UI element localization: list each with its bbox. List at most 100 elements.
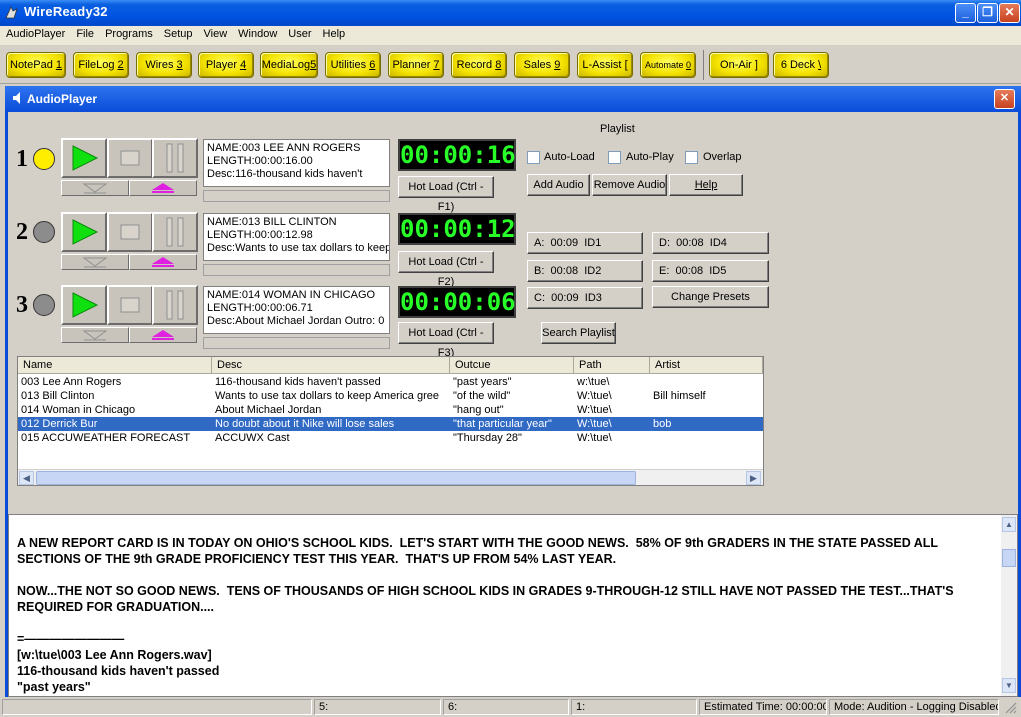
deck-1-hotload-button[interactable]: Hot Load (Ctrl - F1)	[398, 176, 494, 213]
scrollbar-thumb[interactable]	[1002, 549, 1016, 567]
change-presets-button[interactable]: Change Presets	[652, 286, 769, 308]
stop-icon	[120, 297, 140, 313]
deck-2-lamp	[33, 221, 55, 243]
menu-programs[interactable]: Programs	[99, 26, 158, 40]
close-icon: ✕	[1004, 5, 1015, 19]
notepad-button[interactable]: NotePad 1	[6, 52, 66, 78]
audioplayer-close-button[interactable]: ✕	[994, 89, 1015, 109]
playlist-label: Playlist	[600, 123, 635, 135]
deck-1-stop-button[interactable]	[107, 138, 153, 178]
deck-3-stop-button[interactable]	[107, 285, 153, 325]
horizontal-scrollbar[interactable]: ◀ ▶	[18, 469, 763, 485]
close-button[interactable]: ✕	[999, 3, 1020, 23]
6-deck-button[interactable]: 6 Deck \	[773, 52, 829, 78]
deck-2-play-button[interactable]	[61, 212, 107, 252]
scroll-left-icon[interactable]: ◀	[19, 471, 34, 485]
column-header-desc[interactable]: Desc	[212, 357, 450, 374]
window-title: WireReady32	[24, 4, 108, 19]
script-text-area[interactable]: A NEW REPORT CARD IS IN TODAY ON OHIO'S …	[8, 514, 1018, 697]
wires-button[interactable]: Wires 3	[136, 52, 192, 78]
deck-2-info: NAME:013 BILL CLINTON LENGTH:00:00:12.98…	[203, 213, 390, 261]
deck-3-play-button[interactable]	[61, 285, 107, 325]
table-row[interactable]: 003 Lee Ann Rogers 116-thousand kids hav…	[18, 375, 763, 389]
preset-c-button[interactable]: C: 00:09 ID3	[527, 287, 643, 309]
scroll-up-icon[interactable]: ▲	[1002, 517, 1016, 532]
menu-window[interactable]: Window	[232, 26, 282, 40]
remove-audio-button[interactable]: Remove Audio	[592, 174, 667, 196]
status-bar: 5: 6: 1: Estimated Time: 00:00:00 Mode: …	[0, 697, 1021, 717]
record-button[interactable]: Record 8	[451, 52, 507, 78]
unload-icon	[82, 183, 108, 194]
deck-1-unload-button[interactable]	[61, 180, 129, 196]
status-cell-6: 6:	[443, 699, 569, 715]
planner-button[interactable]: Planner 7	[388, 52, 444, 78]
deck-3-pause-button[interactable]	[152, 285, 198, 325]
utilities-button[interactable]: Utilities 6	[325, 52, 381, 78]
sales-button[interactable]: Sales 9	[514, 52, 570, 78]
search-playlist-button[interactable]: Search Playlist	[541, 322, 616, 344]
auto-play-checkbox[interactable]	[608, 151, 621, 164]
minimize-button[interactable]: _	[955, 3, 976, 23]
column-header-artist[interactable]: Artist	[650, 357, 763, 374]
script-text: A NEW REPORT CARD IS IN TODAY ON OHIO'S …	[17, 536, 954, 694]
menu-user[interactable]: User	[282, 26, 316, 40]
restore-button[interactable]: ❐	[977, 3, 998, 23]
deck-2-clock: 00:00:12	[398, 213, 516, 245]
deck-3-eject-button[interactable]	[129, 327, 197, 343]
preset-a-button[interactable]: A: 00:09 ID1	[527, 232, 643, 254]
deck-3-unload-button[interactable]	[61, 327, 129, 343]
column-header-name[interactable]: Name	[18, 357, 212, 374]
eject-icon	[152, 257, 174, 267]
preset-b-button[interactable]: B: 00:08 ID2	[527, 260, 643, 282]
help-button[interactable]: Help	[669, 174, 743, 196]
deck-1-eject-button[interactable]	[129, 180, 197, 196]
scroll-right-icon[interactable]: ▶	[746, 471, 761, 485]
preset-d-button[interactable]: D: 00:08 ID4	[652, 232, 769, 254]
unload-icon	[82, 257, 108, 268]
table-row[interactable]: 015 ACCUWEATHER FORECAST ACCUWX Cast "Th…	[18, 431, 763, 445]
minimize-icon: _	[962, 5, 969, 19]
resize-grip-icon[interactable]	[1003, 700, 1017, 714]
menu-help[interactable]: Help	[317, 26, 351, 40]
column-header-path[interactable]: Path	[574, 357, 650, 374]
deck-2-eject-button[interactable]	[129, 254, 197, 270]
menu-audioplayer[interactable]: AudioPlayer	[0, 26, 70, 40]
deck-2-stop-button[interactable]	[107, 212, 153, 252]
scroll-down-icon[interactable]: ▼	[1002, 678, 1016, 693]
deck-1-play-button[interactable]	[61, 138, 107, 178]
speaker-icon	[13, 92, 20, 104]
play-icon	[72, 292, 99, 318]
deck-2-unload-button[interactable]	[61, 254, 129, 270]
on-air-button[interactable]: On-Air ]	[709, 52, 769, 78]
filelog-button[interactable]: FileLog 2	[73, 52, 129, 78]
eject-icon	[152, 183, 174, 193]
table-row-selected[interactable]: 012 Derrick Bur No doubt about it Nike w…	[18, 417, 763, 431]
medialog-button[interactable]: MediaLog5	[260, 52, 318, 78]
menu-view[interactable]: View	[198, 26, 233, 40]
player-button[interactable]: Player 4	[198, 52, 254, 78]
deck-2-progress	[203, 264, 390, 276]
pause-icon	[166, 290, 184, 320]
deck-2-pause-button[interactable]	[152, 212, 198, 252]
auto-play-label: Auto-Play	[626, 151, 674, 163]
overlap-checkbox[interactable]	[685, 151, 698, 164]
table-row[interactable]: 013 Bill Clinton Wants to use tax dollar…	[18, 389, 763, 403]
auto-load-checkbox[interactable]	[527, 151, 540, 164]
scrollbar-thumb[interactable]	[36, 471, 636, 485]
stop-icon	[120, 150, 140, 166]
table-row[interactable]: 014 Woman in Chicago About Michael Jorda…	[18, 403, 763, 417]
play-icon	[72, 219, 99, 245]
preset-e-button[interactable]: E: 00:08 ID5	[652, 260, 769, 282]
menu-file[interactable]: File	[70, 26, 99, 40]
app-icon	[5, 6, 18, 19]
deck-1-pause-button[interactable]	[152, 138, 198, 178]
add-audio-button[interactable]: Add Audio	[527, 174, 590, 196]
column-header-outcue[interactable]: Outcue	[450, 357, 574, 374]
automate-button[interactable]: Automate 0	[640, 52, 696, 78]
vertical-scrollbar[interactable]: ▲ ▼	[1001, 515, 1017, 696]
menu-setup[interactable]: Setup	[158, 26, 198, 40]
deck-3-hotload-button[interactable]: Hot Load (Ctrl - F3)	[398, 322, 494, 359]
deck-3-progress	[203, 337, 390, 349]
deck-2-hotload-button[interactable]: Hot Load (Ctrl - F2)	[398, 251, 494, 288]
l-assist-button[interactable]: L-Assist [	[577, 52, 633, 78]
